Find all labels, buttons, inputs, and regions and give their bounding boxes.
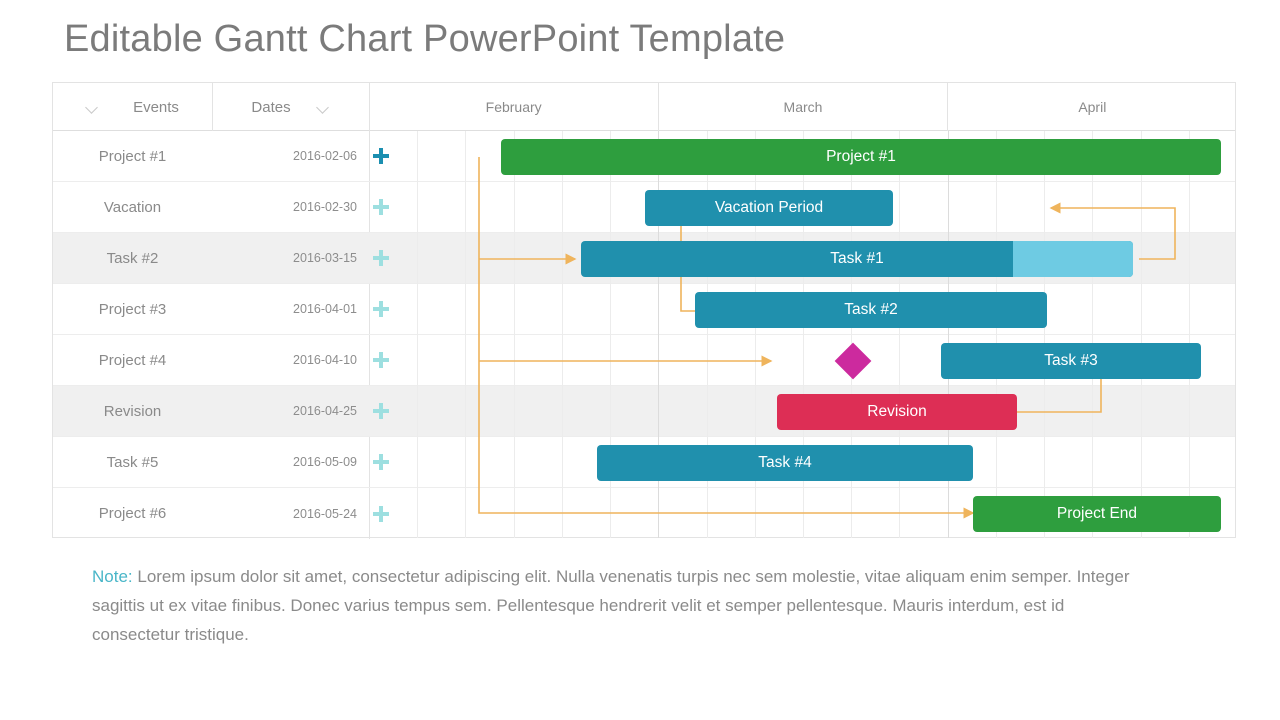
month-divider bbox=[658, 83, 659, 131]
row-event-label: Project #3 bbox=[98, 300, 167, 318]
gantt-bar-remaining-segment bbox=[1013, 240, 1133, 277]
milestone-diamond[interactable] bbox=[834, 342, 872, 379]
column-header-month-april: April bbox=[948, 83, 1237, 131]
gantt-bar-label: Revision bbox=[867, 402, 927, 420]
gantt-bar-layer: Project #1 Vacation Period Task #1 Task #2 T… bbox=[369, 131, 1237, 538]
column-header-month-march: March bbox=[658, 83, 947, 131]
column-header-dates[interactable]: Dates bbox=[212, 83, 369, 131]
gantt-bar[interactable]: Project End bbox=[973, 495, 1221, 532]
gantt-bar-label: Task #1 bbox=[830, 249, 884, 267]
table-body: Project #1 2016-02-06 Vacation 2016-02-30 Ta… bbox=[53, 131, 1235, 538]
row-event-label: Project #6 bbox=[98, 505, 167, 522]
column-divider bbox=[212, 83, 213, 131]
row-event-label: Project #4 bbox=[98, 351, 167, 369]
month-label: February bbox=[485, 99, 542, 115]
gantt-bar[interactable]: Project #1 bbox=[501, 138, 1221, 175]
gantt-bar[interactable]: Vacation Period bbox=[645, 189, 893, 226]
row-date-value: 2016-02-06 bbox=[293, 149, 357, 163]
gantt-bar[interactable]: Revision bbox=[777, 393, 1017, 430]
gantt-bar[interactable]: Task #2 bbox=[695, 291, 1047, 328]
row-date-value: 2016-03-15 bbox=[293, 251, 357, 265]
note-lead: Note: bbox=[92, 567, 133, 586]
chevron-down-icon[interactable] bbox=[86, 103, 99, 111]
gantt-bar-label: Task #3 bbox=[1044, 351, 1098, 369]
month-label: March bbox=[783, 99, 823, 115]
column-header-events-label: Events bbox=[133, 98, 179, 116]
gantt-bar[interactable]: Task #4 bbox=[597, 444, 973, 481]
month-label: April bbox=[1078, 99, 1107, 115]
row-date-value: 2016-05-09 bbox=[293, 455, 357, 469]
row-date-value: 2016-02-30 bbox=[293, 200, 357, 214]
column-header-dates-label: Dates bbox=[251, 98, 291, 116]
note-body: Lorem ipsum dolor sit amet, consectetur … bbox=[92, 567, 1130, 644]
row-event-label: Task #2 bbox=[106, 249, 159, 267]
gantt-slide: Editable Gantt Chart PowerPoint Template… bbox=[0, 0, 1280, 720]
gantt-bar-label: Task #2 bbox=[844, 300, 898, 318]
gantt-bar-label: Task #4 bbox=[758, 453, 812, 471]
row-event-label: Vacation bbox=[103, 198, 162, 216]
gantt-table: Events Dates February March April Projec… bbox=[52, 82, 1236, 539]
row-event-label: Revision bbox=[103, 402, 162, 420]
gantt-bar-label: Project #1 bbox=[826, 147, 896, 165]
row-event-label: Project #1 bbox=[98, 147, 167, 165]
gantt-bar[interactable]: Task #1 bbox=[581, 240, 1133, 277]
page-title: Editable Gantt Chart PowerPoint Template bbox=[64, 18, 786, 60]
row-date-value: 2016-04-10 bbox=[293, 353, 357, 367]
gantt-bar-label: Project End bbox=[1056, 504, 1138, 522]
table-header-row: Events Dates February March April bbox=[53, 83, 1235, 131]
row-date-value: 2016-04-01 bbox=[293, 302, 357, 316]
gantt-timeline: Project #1 Vacation Period Task #1 Task #2 T… bbox=[369, 131, 1237, 538]
chevron-down-icon[interactable] bbox=[317, 103, 330, 111]
row-date-value: 2016-04-25 bbox=[293, 404, 357, 418]
row-date-value: 2016-05-24 bbox=[293, 506, 357, 521]
row-event-label: Task #5 bbox=[106, 453, 159, 471]
column-header-events[interactable]: Events bbox=[53, 83, 212, 131]
gantt-bar-label: Vacation Period bbox=[714, 198, 824, 216]
month-divider bbox=[947, 83, 948, 131]
gantt-bar[interactable]: Task #3 bbox=[941, 342, 1201, 379]
note-text: Note: Lorem ipsum dolor sit amet, consec… bbox=[92, 562, 1152, 649]
column-header-month-february: February bbox=[369, 83, 658, 131]
